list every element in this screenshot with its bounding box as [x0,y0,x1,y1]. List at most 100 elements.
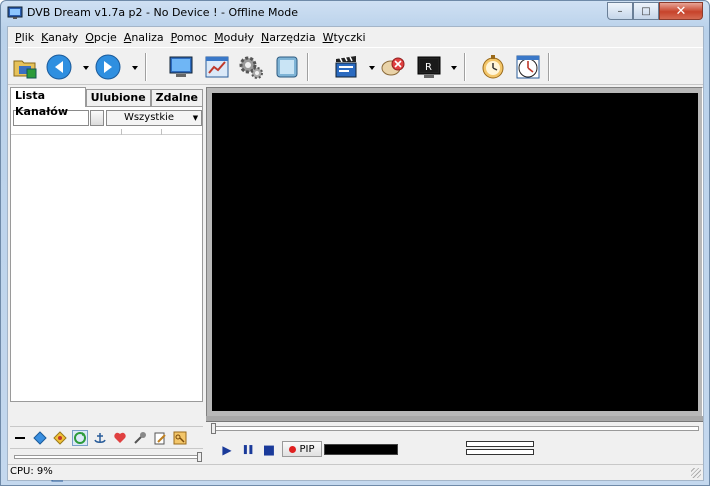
tools-icon [134,432,146,444]
pip-button[interactable]: PIP [282,441,322,457]
back-button[interactable] [44,52,74,82]
tab-zdalne[interactable]: Zdalne [150,89,203,107]
tools-button[interactable] [132,430,148,446]
diamond-yellow-button[interactable] [52,430,68,446]
channel-filter-select[interactable]: Wszystkie ▼ [106,110,202,126]
signal-meter [324,444,398,455]
pip-label: PIP [299,443,315,455]
monitor-icon [169,56,193,77]
clapperboard-button[interactable] [331,52,361,82]
open-folder-button[interactable] [10,52,40,82]
diamond-blue-icon [33,431,47,445]
maximize-icon: □ [641,5,651,17]
settings-gears-icon [239,56,263,79]
menu-plik[interactable]: Plik [12,31,38,44]
cpu-usage: CPU: 9% [10,466,53,477]
stop-icon: ■ [262,442,276,458]
list-header-divider[interactable] [161,129,162,135]
record-screen-button[interactable]: R [414,52,444,82]
toolbar: R [8,47,703,85]
scan-cancel-icon [381,57,405,76]
refresh-button[interactable] [72,430,88,446]
channel-panel: Lista Kanałów Ulubione Zdalne Wszystkie … [10,87,203,482]
seek-slider[interactable] [211,423,699,434]
video-display[interactable] [212,93,698,411]
chevron-down-icon: ▼ [192,114,199,122]
tab-lista-kanalow[interactable]: Lista Kanałów [10,87,86,118]
channel-actions-row [10,426,203,448]
clapperboard-dropdown-icon[interactable] [368,64,376,72]
minimize-button[interactable]: – [607,2,633,20]
menu-kanaly[interactable]: Kanały [38,31,82,44]
status-bar: CPU: 9% [8,464,703,480]
edit-button[interactable] [152,430,168,446]
chart-window-icon [205,56,229,78]
scheduler-clock-icon [516,55,540,79]
menu-bar: Plik Kanały Opcje Analiza Pomoc Moduły N… [8,27,703,47]
toolbar-separator [307,53,309,81]
settings-button[interactable] [236,52,266,82]
menu-opcje[interactable]: Opcje [82,31,121,44]
play-button[interactable]: ▶ [220,443,234,457]
close-button[interactable]: ✕ [659,2,703,20]
record-dot-icon [289,445,297,453]
favorite-button[interactable] [112,430,128,446]
key-button[interactable] [172,430,188,446]
toolbar-separator [548,53,550,81]
close-icon: ✕ [675,3,687,19]
back-icon [46,54,72,80]
edit-doc-icon [154,432,166,445]
diamond-yellow-icon [53,431,67,445]
app-window: DVB Dream v1.7a p2 - No Device ! - Offli… [0,0,710,486]
record-dropdown-icon[interactable] [450,64,458,72]
pause-icon: ❚❚ [241,445,254,455]
forward-icon [95,54,121,80]
minimize-icon: – [617,5,623,17]
anchor-icon [94,433,106,443]
minus-icon [15,437,25,439]
tab-content: Wszystkie ▼ [10,106,203,402]
back-dropdown-icon[interactable] [82,64,90,72]
toolbar-separator [464,53,466,81]
menu-pomoc[interactable]: Pomoc [168,31,211,44]
toolbar-separator [145,53,147,81]
remove-button[interactable] [12,430,28,446]
heart-icon [114,432,126,443]
volume-slider-thumb[interactable] [197,452,202,462]
app-icon [7,6,23,20]
menu-analiza[interactable]: Analiza [121,31,168,44]
scheduler-button[interactable] [513,52,543,82]
svg-text:R: R [425,62,432,73]
filter-button[interactable] [90,110,104,126]
screen-glass-button[interactable] [272,52,302,82]
quality-bars [466,441,534,457]
forward-button[interactable] [93,52,123,82]
anchor-button[interactable] [92,430,108,446]
playback-controls: ▶ ❚❚ ■ PIP [206,433,703,465]
scan-cancel-button[interactable] [378,52,408,82]
diamond-blue-button[interactable] [32,430,48,446]
key-icon [173,431,187,445]
menu-wtyczki[interactable]: Wtyczki [320,31,370,44]
forward-dropdown-icon[interactable] [131,64,139,72]
tab-ulubione[interactable]: Ulubione [85,89,151,107]
tab-strip: Lista Kanałów Ulubione Zdalne [10,87,203,118]
maximize-button[interactable]: □ [633,2,659,20]
title-bar[interactable]: DVB Dream v1.7a p2 - No Device ! - Offli… [1,1,709,25]
volume-slider[interactable] [14,452,202,462]
chart-window-button[interactable] [202,52,232,82]
menu-moduly[interactable]: Moduły [211,31,258,44]
stop-button[interactable]: ■ [262,442,276,458]
pause-button[interactable]: ❚❚ [240,443,254,457]
list-header [11,129,202,135]
list-header-divider[interactable] [121,129,122,135]
refresh-green-icon [74,432,86,444]
monitor-button[interactable] [166,52,196,82]
open-folder-icon [13,60,37,79]
channel-list[interactable] [11,136,202,401]
resize-grip-icon[interactable] [691,468,701,478]
menu-narzedzia[interactable]: Narzędzia [258,31,320,44]
quality-bar-bottom [466,449,534,455]
video-frame [206,87,703,417]
stopwatch-button[interactable] [478,52,508,82]
